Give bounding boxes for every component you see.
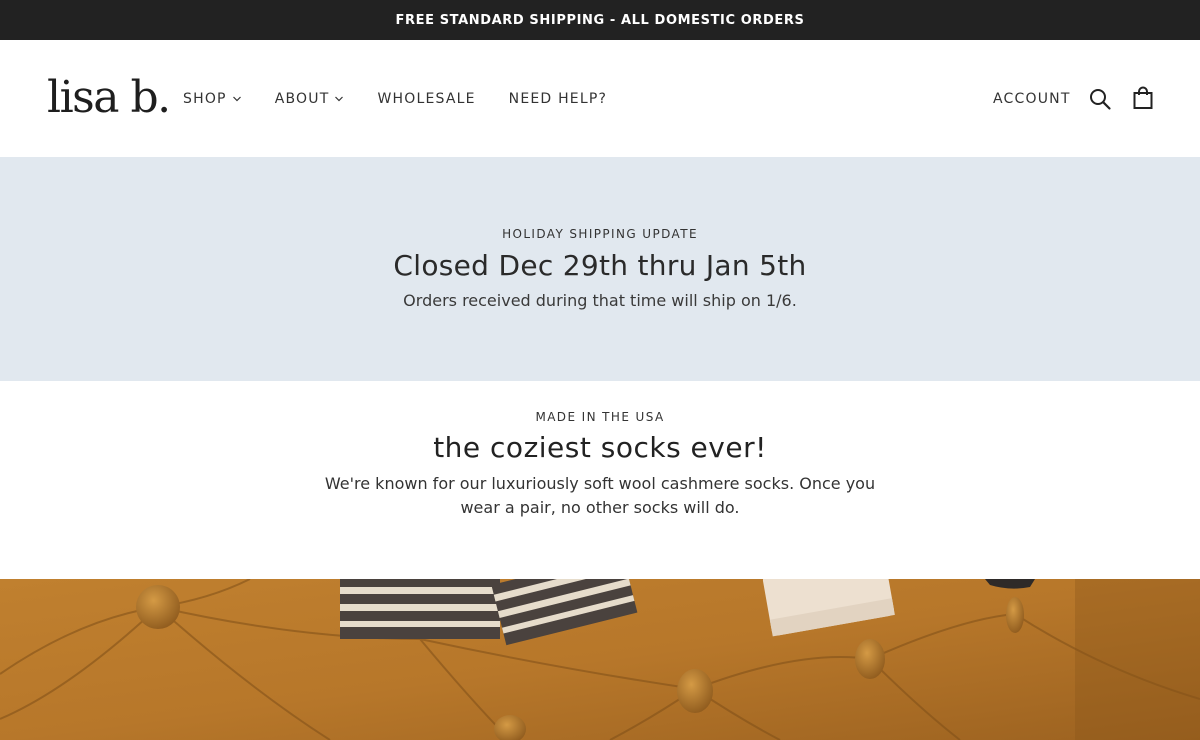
account-link[interactable]: ACCOUNT [993,89,1071,109]
nav-wholesale-label: WHOLESALE [377,91,476,107]
nav-need-help[interactable]: NEED HELP? [509,89,607,109]
logo[interactable]: lisa b. [47,72,171,124]
nav-shop[interactable]: SHOP [183,89,242,109]
chevron-down-icon [335,96,344,102]
nav-about[interactable]: ABOUT [275,89,345,109]
nav-wholesale[interactable]: WHOLESALE [377,89,475,109]
nav-need-help-label: NEED HELP? [508,91,608,107]
intro-section: MADE IN THE USA the coziest socks ever! … [0,381,1200,579]
search-icon [1090,89,1111,110]
search-button[interactable] [1088,87,1112,111]
hero-photo-leather-socks [0,579,1200,740]
chevron-down-icon [232,96,241,102]
nav-shop-label: SHOP [183,91,227,107]
intro-body: We're known for our luxuriously soft woo… [324,474,876,517]
site-header: lisa b. SHOP ABOUT WHOLESALE NEED HELP? … [0,40,1200,157]
holiday-subtext: Orders received during that time will sh… [403,291,797,310]
intro-eyebrow: MADE IN THE USA [535,410,665,424]
holiday-eyebrow: HOLIDAY SHIPPING UPDATE [502,227,698,241]
cart-button[interactable] [1132,86,1154,110]
announcement-text: FREE STANDARD SHIPPING - ALL DOMESTIC OR… [395,12,805,28]
shopping-bag-icon [1133,86,1153,109]
holiday-headline: Closed Dec 29th thru Jan 5th [393,249,807,282]
intro-headline: the coziest socks ever! [433,431,767,464]
nav-about-label: ABOUT [274,91,330,107]
holiday-shipping-banner: HOLIDAY SHIPPING UPDATE Closed Dec 29th … [0,157,1200,381]
hero-image [0,579,1200,740]
announcement-bar: FREE STANDARD SHIPPING - ALL DOMESTIC OR… [0,0,1200,40]
main-nav: SHOP ABOUT WHOLESALE NEED HELP? [183,89,640,109]
